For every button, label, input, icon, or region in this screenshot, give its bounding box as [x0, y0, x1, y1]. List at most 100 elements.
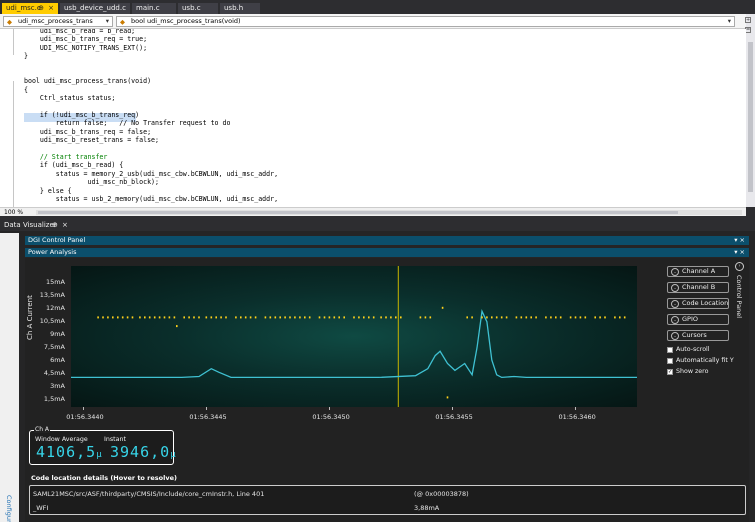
code-location-marker[interactable] — [446, 396, 449, 399]
code-location-table[interactable]: SAML21MSC/src/ASF/thirdparty/CMSIS/Inclu… — [29, 485, 746, 515]
code-editor[interactable]: udi_msc_b_read = b_read; udi_msc_b_trans… — [0, 29, 746, 207]
code-location-marker[interactable] — [372, 316, 375, 319]
tab-main-c[interactable]: main.c — [132, 3, 176, 14]
code-location-marker[interactable] — [102, 316, 104, 319]
code-location-marker[interactable] — [244, 316, 247, 319]
code-location-marker[interactable] — [168, 316, 171, 319]
code-location-marker[interactable] — [198, 316, 200, 319]
current-plot[interactable] — [71, 266, 637, 407]
checkbox-box[interactable] — [667, 347, 673, 353]
close-icon[interactable]: × — [62, 221, 68, 229]
code-location-marker[interactable] — [500, 316, 503, 319]
code-location-marker[interactable] — [254, 316, 257, 319]
checkbox-show-zero[interactable]: ✓ Show zero — [667, 368, 708, 376]
code-location-marker[interactable] — [240, 316, 242, 319]
checkbox-box[interactable] — [667, 358, 673, 364]
code-location-marker[interactable] — [338, 316, 340, 319]
code-location-marker[interactable] — [249, 316, 252, 319]
tab-usb-h[interactable]: usb.h — [220, 3, 260, 14]
code-location-marker[interactable] — [117, 316, 119, 319]
collapse-icon[interactable]: › — [735, 262, 744, 271]
code-location-marker[interactable] — [139, 316, 141, 319]
control-button-channel-b[interactable]: ⌄ Channel B — [667, 282, 729, 293]
checkbox-auto-scroll[interactable]: Auto-scroll — [667, 346, 710, 354]
code-location-marker[interactable] — [210, 316, 213, 319]
code-location-marker[interactable] — [569, 316, 572, 319]
code-location-marker[interactable] — [525, 316, 528, 319]
code-location-marker[interactable] — [559, 316, 562, 319]
code-location-marker[interactable] — [205, 316, 208, 319]
code-location-marker[interactable] — [400, 316, 402, 319]
code-location-marker[interactable] — [530, 316, 532, 319]
zoom-level[interactable]: 100 % — [4, 209, 23, 216]
control-panel-tab[interactable]: Control Panel — [735, 275, 743, 318]
editor-vertical-scrollbar[interactable]: + = — [745, 14, 755, 207]
code-location-marker[interactable] — [385, 316, 387, 319]
code-location-marker[interactable] — [148, 316, 151, 319]
code-location-marker[interactable] — [308, 316, 311, 319]
code-location-marker[interactable] — [163, 316, 166, 319]
code-location-marker[interactable] — [188, 316, 190, 319]
configuration-strip[interactable]: Configuration — [0, 233, 19, 522]
tab-udi-msc-c[interactable]: udi_msc.c ⊕ × — [2, 3, 58, 14]
code-location-marker[interactable] — [269, 316, 272, 319]
code-location-marker[interactable] — [486, 316, 488, 319]
code-location-marker[interactable] — [97, 316, 99, 319]
checkbox-automatically-fit-y[interactable]: Automatically fit Y — [667, 357, 734, 365]
code-location-marker[interactable] — [215, 316, 217, 319]
code-location-marker[interactable] — [112, 316, 114, 319]
control-button-gpio[interactable]: ⌄ GPIO — [667, 314, 729, 325]
code-location-marker[interactable] — [183, 316, 185, 319]
power-analysis-header[interactable]: Power Analysis ▾ × — [25, 248, 749, 257]
control-panel-strip[interactable]: › Control Panel — [733, 261, 745, 361]
code-location-marker[interactable] — [173, 316, 176, 319]
code-location-marker[interactable] — [107, 316, 109, 319]
code-location-marker[interactable] — [505, 316, 508, 319]
control-button-code-location[interactable]: ⌄ Code Location — [667, 298, 729, 309]
code-location-marker[interactable] — [390, 316, 392, 319]
panel-controls[interactable]: ▾ × — [734, 248, 745, 257]
member-dropdown[interactable]: ◆ bool udi_msc_process_trans(void) ▾ — [116, 16, 735, 27]
code-location-marker[interactable] — [604, 316, 606, 319]
code-location-marker[interactable] — [419, 316, 422, 319]
code-location-marker[interactable] — [574, 316, 577, 319]
checkbox-box[interactable]: ✓ — [667, 369, 673, 375]
code-location-marker[interactable] — [579, 316, 582, 319]
scrollbar-thumb[interactable] — [38, 211, 678, 214]
panel-controls[interactable]: ▾ × — [734, 236, 745, 245]
code-location-marker[interactable] — [284, 316, 286, 319]
code-location-marker[interactable] — [274, 316, 277, 319]
code-location-marker[interactable] — [126, 316, 129, 319]
code-location-marker[interactable] — [323, 316, 326, 319]
code-location-marker[interactable] — [333, 316, 336, 319]
code-location-marker[interactable] — [220, 316, 222, 319]
code-location-marker[interactable] — [599, 316, 601, 319]
code-location-marker[interactable] — [368, 316, 370, 319]
code-location-marker[interactable] — [471, 316, 473, 319]
code-location-marker[interactable] — [328, 316, 331, 319]
code-location-marker[interactable] — [584, 316, 587, 319]
code-location-marker[interactable] — [395, 316, 397, 319]
code-location-marker[interactable] — [225, 316, 227, 319]
code-location-marker[interactable] — [429, 316, 432, 319]
configuration-tab[interactable]: Configuration — [5, 495, 13, 522]
tab-usb-c[interactable]: usb.c — [178, 3, 218, 14]
code-location-marker[interactable] — [294, 316, 296, 319]
code-location-marker[interactable] — [144, 316, 146, 319]
editor-horizontal-scrollbar[interactable] — [36, 210, 742, 215]
code-location-marker[interactable] — [176, 325, 178, 328]
pin-icon[interactable]: ⊕ — [52, 221, 58, 229]
code-location-marker[interactable] — [491, 316, 493, 319]
code-location-marker[interactable] — [594, 316, 596, 319]
code-location-marker[interactable] — [441, 306, 444, 309]
code-location-marker[interactable] — [121, 316, 124, 319]
code-location-marker[interactable] — [550, 316, 552, 319]
code-location-marker[interactable] — [520, 316, 523, 319]
code-location-marker[interactable] — [545, 316, 547, 319]
code-location-marker[interactable] — [264, 316, 267, 319]
code-location-marker[interactable] — [289, 316, 291, 319]
code-location-marker[interactable] — [555, 316, 557, 319]
code-location-marker[interactable] — [515, 316, 518, 319]
scrollbar-thumb[interactable] — [748, 42, 753, 192]
code-location-marker[interactable] — [343, 316, 345, 319]
